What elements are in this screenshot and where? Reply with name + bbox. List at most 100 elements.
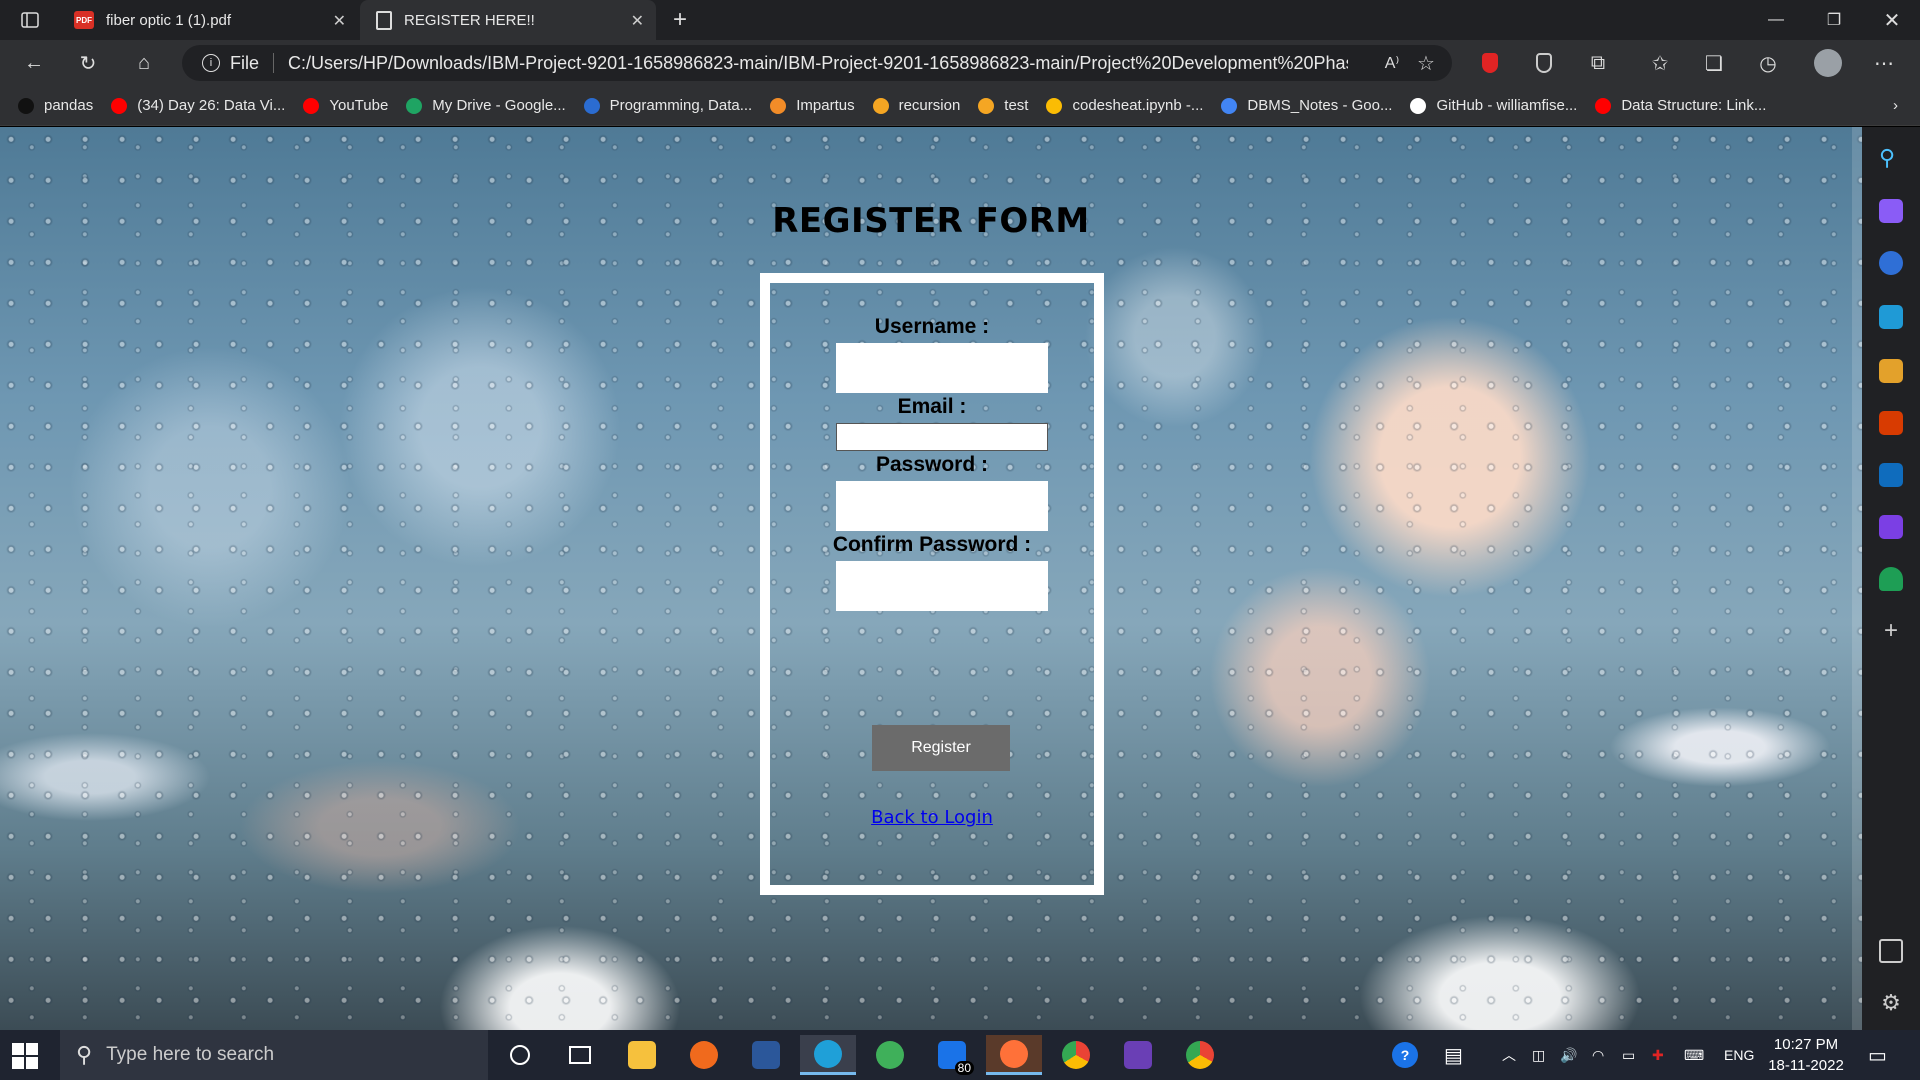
firefox-icon[interactable] xyxy=(986,1035,1042,1075)
bookmark-label: GitHub - williamfise... xyxy=(1436,97,1578,114)
cortana-icon[interactable] xyxy=(492,1035,548,1075)
tree-icon[interactable] xyxy=(1879,567,1903,591)
more-options-icon[interactable]: ⋯ xyxy=(1868,48,1900,78)
home-icon[interactable]: ⌂ xyxy=(128,48,160,78)
clock-date: 18-11-2022 xyxy=(1768,1057,1844,1074)
mail-icon[interactable]: 80 xyxy=(924,1035,980,1075)
bookmark-item[interactable]: Programming, Data... xyxy=(583,97,752,114)
chrome-profile-icon[interactable] xyxy=(1172,1035,1228,1075)
back-arrow-icon[interactable]: ← xyxy=(18,48,50,78)
clock[interactable]: 10:27 PM 18-11-2022 xyxy=(1766,1034,1846,1076)
username-input[interactable] xyxy=(836,343,1048,393)
task-view-icon[interactable] xyxy=(552,1035,608,1075)
address-bar[interactable]: i File C:/Users/HP/Downloads/IBM-Project… xyxy=(182,45,1452,81)
restore-button[interactable]: ❐ xyxy=(1806,0,1862,40)
wifi-icon[interactable]: ◠ xyxy=(1592,1030,1604,1080)
edge-icon[interactable] xyxy=(800,1035,856,1075)
bookmark-icon xyxy=(1221,97,1238,114)
page-scrollbar[interactable] xyxy=(1852,127,1862,1030)
language-indicator[interactable]: ENG xyxy=(1724,1030,1754,1080)
tab-register[interactable]: REGISTER HERE!! ✕ xyxy=(360,0,656,40)
extensions-icon[interactable]: ⧉ xyxy=(1582,48,1614,78)
notifications-icon[interactable]: ▭ xyxy=(1868,1030,1887,1080)
games-icon[interactable] xyxy=(1879,359,1903,383)
show-hidden-icons-chevron-icon[interactable]: ︿ xyxy=(1502,1030,1516,1080)
bookmark-icon xyxy=(111,97,128,114)
outlook-icon[interactable] xyxy=(1879,463,1903,487)
app-orange-icon[interactable] xyxy=(676,1035,732,1075)
tools-icon[interactable] xyxy=(1879,305,1903,329)
close-tab-icon[interactable]: ✕ xyxy=(631,11,644,31)
search-icon: ⚲ xyxy=(76,1042,93,1067)
hide-sidebar-icon[interactable] xyxy=(1879,939,1903,963)
email-input[interactable] xyxy=(836,423,1048,451)
security-alert-icon[interactable]: ✚ xyxy=(1652,1030,1664,1080)
settings-gear-icon[interactable]: ⚙ xyxy=(1879,991,1903,1015)
bookmark-item[interactable]: Data Structure: Link... xyxy=(1595,97,1766,114)
search-icon[interactable]: ⚲ xyxy=(1879,145,1903,170)
bookmarks-overflow-chevron-icon[interactable]: › xyxy=(1893,97,1898,114)
bookmark-icon xyxy=(583,97,600,114)
url-text[interactable]: C:/Users/HP/Downloads/IBM-Project-9201-1… xyxy=(288,53,1348,74)
help-icon[interactable]: ? xyxy=(1392,1030,1418,1080)
password-input[interactable] xyxy=(836,481,1048,531)
minimize-button[interactable]: — xyxy=(1748,0,1804,40)
taskbar-search-box[interactable]: ⚲ Type here to search xyxy=(60,1030,488,1080)
collections-icon[interactable]: ❏ xyxy=(1698,48,1730,78)
windows-taskbar: ⚲ Type here to search 80 ? ▤ ︿ ◫ 🔊 ◠ ▭ ✚… xyxy=(0,1030,1920,1080)
news-icon[interactable]: ▤ xyxy=(1444,1030,1463,1080)
add-icon[interactable]: + xyxy=(1879,619,1903,643)
bookmark-label: recursion xyxy=(898,97,961,114)
profile-avatar-icon[interactable] xyxy=(1812,48,1844,78)
meet-now-icon[interactable]: ◫ xyxy=(1532,1030,1545,1080)
bookmark-icon xyxy=(303,97,320,114)
refresh-icon[interactable]: ↻ xyxy=(72,48,104,78)
office-icon[interactable] xyxy=(1879,411,1903,435)
password-label: Password : xyxy=(875,453,989,476)
discover-icon[interactable] xyxy=(1879,199,1903,223)
favorites-icon[interactable]: ✩ xyxy=(1644,48,1676,78)
register-button[interactable]: Register xyxy=(872,725,1010,771)
bookmark-item[interactable]: YouTube xyxy=(303,97,388,114)
info-icon[interactable]: i xyxy=(202,54,220,72)
bookmark-item[interactable]: GitHub - williamfise... xyxy=(1410,97,1577,114)
bookmark-item[interactable]: codesheat.ipynb -... xyxy=(1046,97,1203,114)
browser-toolbar: ← ↻ ⌂ i File C:/Users/HP/Downloads/IBM-P… xyxy=(0,40,1920,86)
bookmark-item[interactable]: recursion xyxy=(872,97,961,114)
confirm-password-input[interactable] xyxy=(836,561,1048,611)
add-favorite-icon[interactable]: ☆ xyxy=(1410,48,1442,78)
bookmark-item[interactable]: My Drive - Google... xyxy=(406,97,566,114)
terminal-icon[interactable] xyxy=(1110,1035,1166,1075)
tab-pdf[interactable]: PDF fiber optic 1 (1).pdf ✕ xyxy=(58,0,358,40)
pdf-icon: PDF xyxy=(74,11,94,29)
back-to-login-link[interactable]: Back to Login xyxy=(770,807,1094,828)
file-explorer-icon[interactable] xyxy=(614,1035,670,1075)
divider xyxy=(273,53,275,73)
telegram-icon[interactable] xyxy=(862,1035,918,1075)
battery-icon[interactable]: ▭ xyxy=(1622,1030,1635,1080)
bookmark-icon xyxy=(1046,97,1063,114)
chrome-icon[interactable] xyxy=(1048,1035,1104,1075)
keyboard-icon[interactable]: ⌨ xyxy=(1684,1030,1704,1080)
tab-bar: PDF fiber optic 1 (1).pdf ✕ REGISTER HER… xyxy=(0,0,1920,40)
start-windows-icon[interactable] xyxy=(12,1043,38,1069)
close-tab-icon[interactable]: ✕ xyxy=(333,11,346,31)
bookmark-label: codesheat.ipynb -... xyxy=(1072,97,1204,114)
bookmark-item[interactable]: DBMS_Notes - Goo... xyxy=(1221,97,1392,114)
bookmark-item[interactable]: test xyxy=(978,97,1028,114)
extension-red-shield-icon[interactable] xyxy=(1474,48,1506,78)
bookmark-icon xyxy=(770,97,787,114)
read-aloud-icon[interactable]: A⁾ xyxy=(1376,48,1408,78)
volume-icon[interactable]: 🔊 xyxy=(1560,1030,1577,1080)
shopping-icon[interactable] xyxy=(1879,251,1903,275)
bookmark-item[interactable]: Impartus xyxy=(770,97,855,114)
word-icon[interactable] xyxy=(738,1035,794,1075)
designer-icon[interactable] xyxy=(1879,515,1903,539)
bookmark-item[interactable]: pandas xyxy=(18,97,93,114)
tab-actions-icon[interactable] xyxy=(2,0,58,40)
history-icon[interactable]: ◷ xyxy=(1752,48,1784,78)
bookmark-item[interactable]: (34) Day 26: Data Vi... xyxy=(111,97,285,114)
close-window-button[interactable]: ✕ xyxy=(1864,0,1920,40)
shield-icon[interactable] xyxy=(1528,48,1560,78)
new-tab-button[interactable]: + xyxy=(652,0,708,40)
